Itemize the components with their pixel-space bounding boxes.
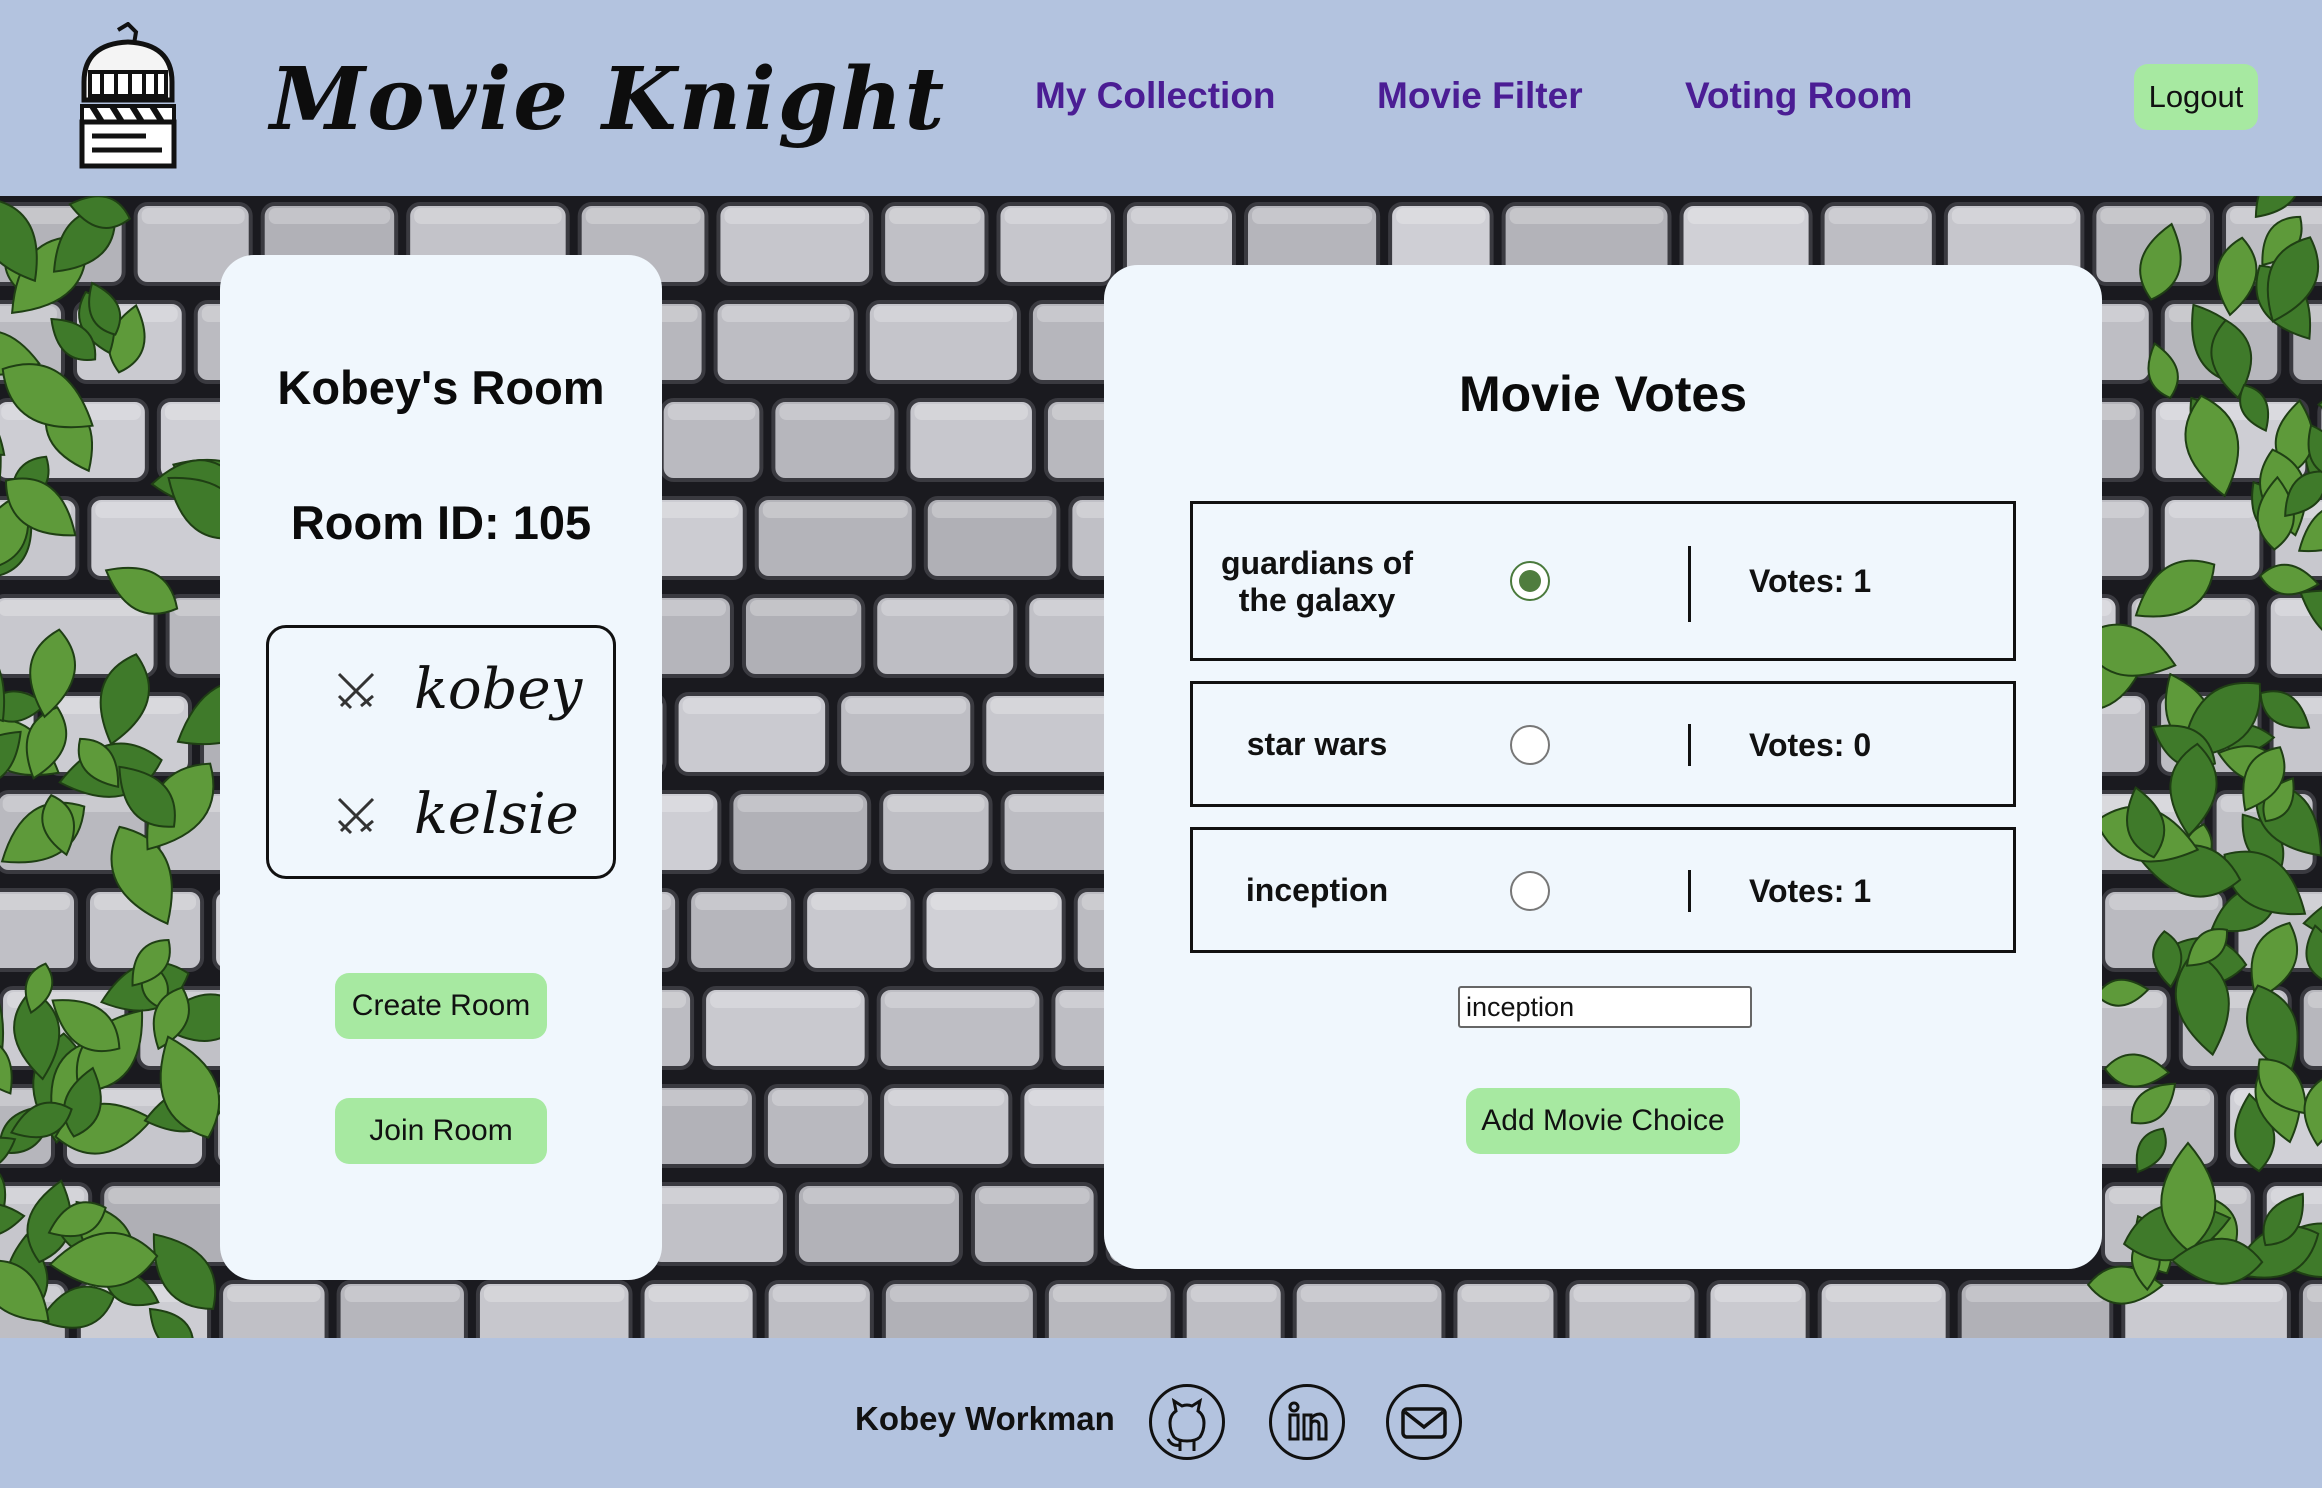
header: Movie Knight My Collection Movie Filter … [0,0,2322,196]
row-divider [1688,724,1691,766]
member-item: kelsie [269,775,619,855]
room-card: Kobey's Room Room ID: 105 kobey kelsie C… [220,255,662,1280]
members-list: kobey kelsie [266,625,616,879]
room-title: Kobey's Room [277,361,605,414]
vote-count: Votes: 0 [1749,727,1872,763]
movie-choice-name: inception [1245,872,1389,908]
member-name: kelsie [414,782,579,847]
row-divider [1688,870,1691,912]
vote-radio[interactable] [1510,725,1550,765]
movie-votes-card: Movie Votes guardians of the galaxy Vote… [1104,265,2102,1269]
room-id: Room ID: 105 [290,496,592,549]
footer: Kobey Workman [0,1338,2322,1488]
votes-title: Movie Votes [1458,366,1748,422]
member-item: kobey [269,650,619,730]
linkedin-icon[interactable] [1269,1384,1345,1460]
crossed-swords-icon [335,795,377,837]
add-movie-choice-button[interactable]: Add Movie Choice [1466,1088,1740,1154]
row-divider [1688,546,1691,622]
vote-row: guardians of the galaxy Votes: 1 [1190,501,2016,661]
vote-radio[interactable] [1510,561,1550,601]
brand-title: Movie Knight [270,49,947,150]
create-room-button[interactable]: Create Room [335,973,547,1039]
crossed-swords-icon [335,670,377,712]
movie-choice-input[interactable] [1458,986,1752,1028]
footer-author-name: Kobey Workman [855,1400,1115,1437]
join-room-button[interactable]: Join Room [335,1098,547,1164]
github-icon[interactable] [1149,1384,1225,1460]
vote-row: inception Votes: 1 [1190,827,2016,953]
knight-clapper-logo-icon[interactable] [76,21,180,172]
movie-choice-name: guardians of the galaxy [1220,545,1413,618]
vote-row: star wars Votes: 0 [1190,681,2016,807]
nav-voting-room[interactable]: Voting Room [1685,70,1912,122]
nav-my-collection[interactable]: My Collection [1035,70,1276,122]
vote-count: Votes: 1 [1749,873,1872,909]
nav-movie-filter[interactable]: Movie Filter [1377,70,1583,122]
member-name: kobey [414,657,583,722]
mail-icon[interactable] [1386,1384,1462,1460]
vote-radio[interactable] [1510,871,1550,911]
movie-choice-name: star wars [1246,726,1388,762]
logout-button[interactable]: Logout [2134,64,2258,130]
vote-count: Votes: 1 [1749,563,1872,599]
